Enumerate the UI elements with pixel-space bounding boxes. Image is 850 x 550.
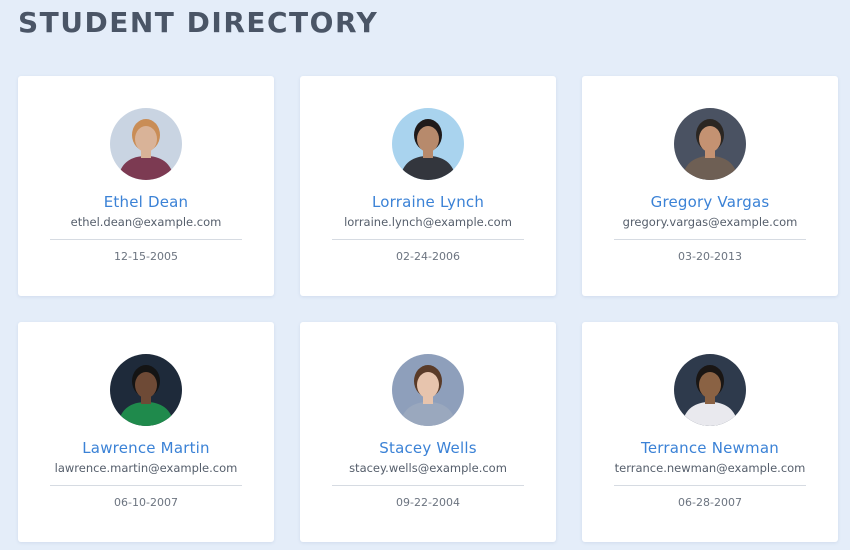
student-email: ethel.dean@example.com [70,215,222,229]
student-name[interactable]: Lorraine Lynch [372,193,484,211]
student-email: stacey.wells@example.com [349,461,507,475]
avatar [674,108,746,180]
student-card[interactable]: Lorraine Lynch lorraine.lynch@example.co… [300,76,556,296]
student-card[interactable]: Lawrence Martin lawrence.martin@example.… [18,322,274,542]
divider [332,485,524,486]
student-date: 06-10-2007 [114,496,178,509]
divider [614,485,806,486]
student-email: lawrence.martin@example.com [54,461,238,475]
student-date: 12-15-2005 [114,250,178,263]
divider [614,239,806,240]
student-email: lorraine.lynch@example.com [344,215,512,229]
student-name[interactable]: Stacey Wells [379,439,476,457]
student-date: 02-24-2006 [396,250,460,263]
avatar [674,354,746,426]
student-name[interactable]: Lawrence Martin [82,439,210,457]
student-date: 03-20-2013 [678,250,742,263]
student-card[interactable]: Gregory Vargas gregory.vargas@example.co… [582,76,838,296]
student-name[interactable]: Ethel Dean [104,193,189,211]
student-grid: Ethel Dean ethel.dean@example.com 12-15-… [18,76,838,542]
avatar [392,108,464,180]
student-card[interactable]: Ethel Dean ethel.dean@example.com 12-15-… [18,76,274,296]
divider [332,239,524,240]
divider [50,485,242,486]
student-date: 06-28-2007 [678,496,742,509]
student-email: gregory.vargas@example.com [622,215,798,229]
avatar [110,108,182,180]
student-card[interactable]: Terrance Newman terrance.newman@example.… [582,322,838,542]
divider [50,239,242,240]
avatar [110,354,182,426]
student-date: 09-22-2004 [396,496,460,509]
avatar [392,354,464,426]
student-name[interactable]: Gregory Vargas [651,193,770,211]
student-card[interactable]: Stacey Wells stacey.wells@example.com 09… [300,322,556,542]
page-title: STUDENT DIRECTORY [18,6,379,39]
student-email: terrance.newman@example.com [614,461,806,475]
student-name[interactable]: Terrance Newman [641,439,779,457]
